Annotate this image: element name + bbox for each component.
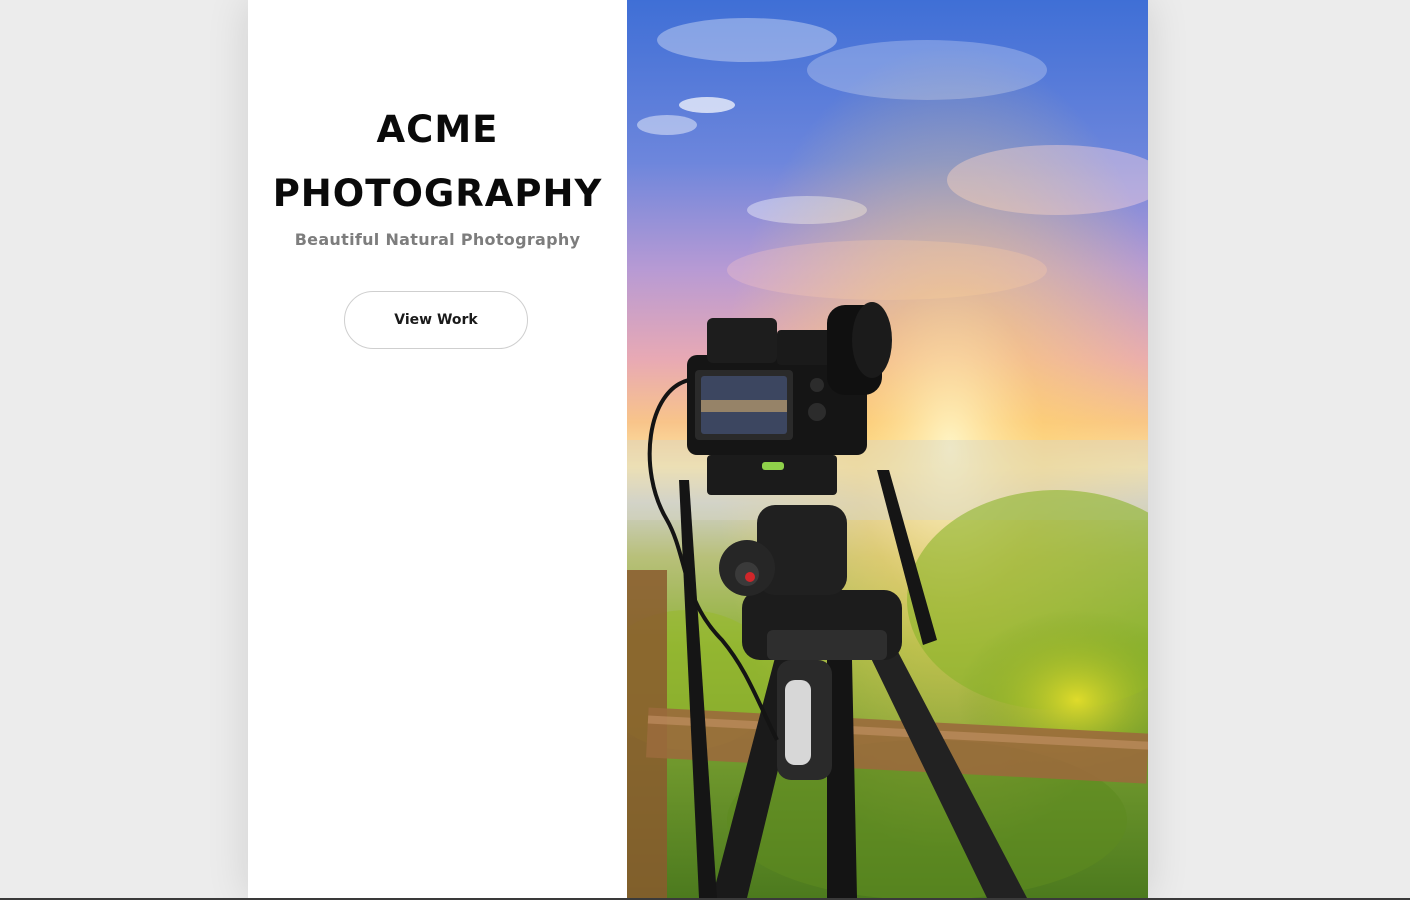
brand-title: ACME PHOTOGRAPHY (248, 98, 627, 226)
hero-photo-camera-tripod (627, 0, 1148, 898)
brand-title-line-1: ACME (376, 108, 499, 151)
hero-image (627, 0, 1148, 898)
page-container: ACME PHOTOGRAPHY Beautiful Natural Photo… (248, 0, 1148, 898)
tagline: Beautiful Natural Photography (294, 230, 581, 249)
view-work-button[interactable]: View Work (344, 291, 528, 349)
brand-title-line-2: PHOTOGRAPHY (272, 172, 603, 215)
intro-panel: ACME PHOTOGRAPHY Beautiful Natural Photo… (248, 0, 627, 898)
